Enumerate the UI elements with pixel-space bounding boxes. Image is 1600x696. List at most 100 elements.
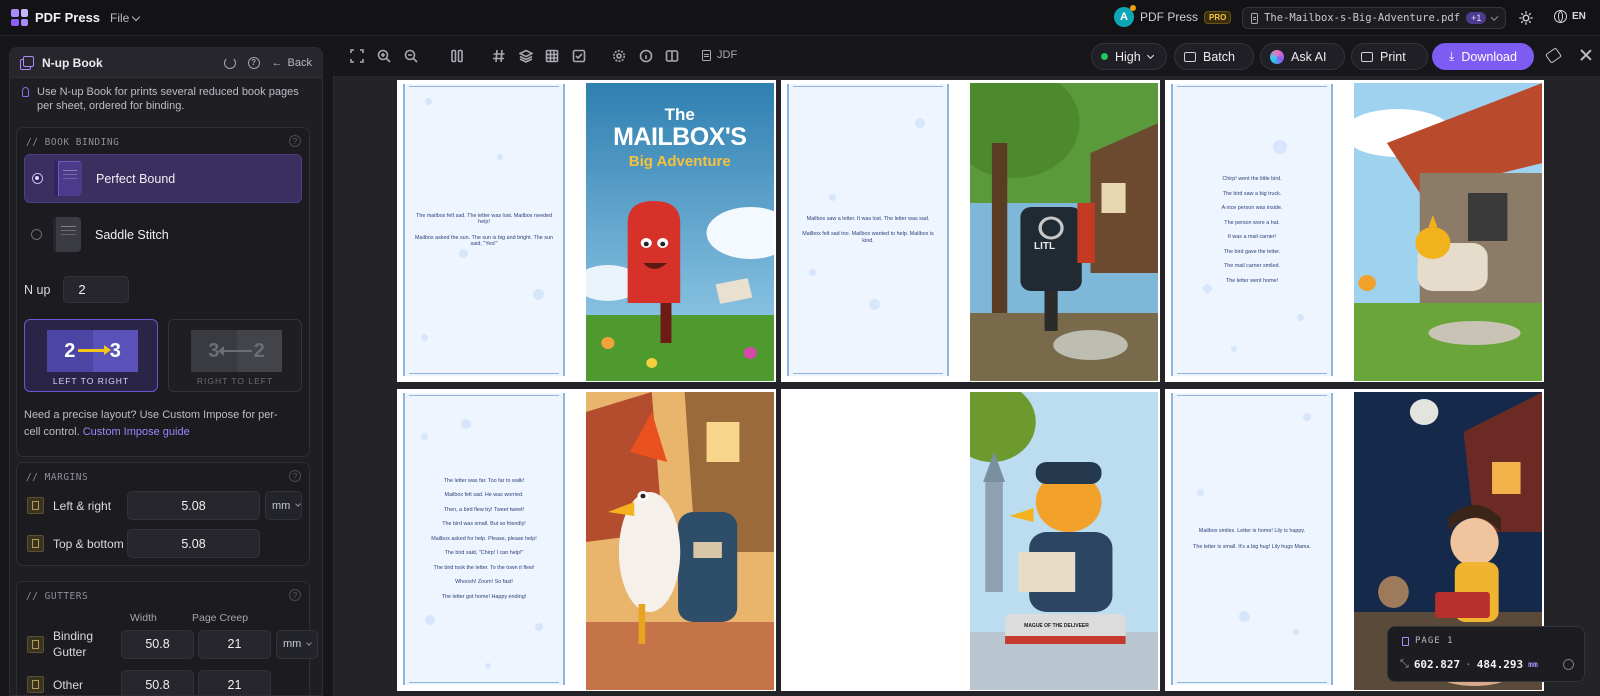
binding-label: Perfect Bound — [96, 171, 176, 186]
binding-gutter-width-input[interactable]: 50.8 — [121, 629, 194, 659]
text-page: Mailbox saw a letter. It was lost. The l… — [781, 80, 970, 382]
sheet-3[interactable]: Chirp! went the little bird. The bird sa… — [1165, 80, 1544, 382]
sheet-2[interactable]: Mailbox saw a letter. It was lost. The l… — [781, 80, 1160, 382]
nup-label: N up — [24, 282, 51, 297]
help-icon[interactable]: ? — [247, 56, 260, 69]
file-name: The-Mailbox-s-Big-Adventure.pdf — [1264, 12, 1461, 24]
perfect-bound-book-icon — [54, 161, 82, 196]
section-title: // GUTTERS — [26, 591, 89, 602]
margins-section: // MARGINS ? Left & right 5.08 mm Top & … — [16, 462, 310, 566]
unit-select[interactable]: mm — [265, 491, 302, 520]
app-logo-icon — [11, 9, 28, 26]
back-label: Back — [287, 56, 312, 69]
ask-ai-button[interactable]: Ask AI — [1260, 43, 1345, 70]
download-button[interactable]: ⤓ Download — [1432, 43, 1534, 70]
print-label: Print — [1380, 49, 1406, 64]
language-selector[interactable]: EN — [1554, 10, 1586, 23]
other-gutter-creep-input[interactable]: 21 — [198, 670, 271, 695]
illustration-duck-mail-carrier: MAGUE OF THE DELIVEER — [969, 392, 1158, 690]
story-text: Mailbox saw a letter. It was lost. The l… — [802, 215, 934, 244]
print-button[interactable]: Print — [1351, 43, 1428, 70]
text-page: The mailbox felt sad. The letter was los… — [397, 80, 586, 382]
batch-button[interactable]: Batch — [1174, 43, 1254, 70]
file-selector[interactable]: The-Mailbox-s-Big-Adventure.pdf +1 — [1242, 7, 1506, 29]
file-menu-label: File — [110, 11, 130, 25]
account-name: PDF Press — [1140, 10, 1199, 24]
field-label: Binding Gutter — [53, 629, 94, 659]
zoom-out-icon[interactable] — [404, 49, 418, 63]
ltr-illustration: 2 3 — [47, 330, 138, 372]
reset-icon[interactable] — [223, 56, 236, 69]
radio-unselected[interactable] — [31, 229, 42, 240]
document-icon — [702, 49, 711, 61]
close-icon[interactable] — [1580, 49, 1592, 61]
panel-header: N-up Book ? ← Back — [10, 48, 322, 78]
direction-left-to-right[interactable]: 2 3 LEFT TO RIGHT — [24, 319, 158, 392]
top-bar: PDF Press File A PDF Press PRO The-Mailb… — [0, 0, 1600, 36]
unit-select[interactable]: mm — [276, 629, 318, 659]
layers-icon[interactable] — [518, 49, 534, 63]
page-label: PAGE 1 — [1402, 636, 1454, 646]
columns-icon[interactable] — [450, 49, 464, 63]
page-numbers-icon[interactable] — [492, 49, 506, 63]
custom-impose-note: Need a precise layout? Use Custom Impose… — [24, 409, 278, 438]
avatar: A — [1114, 5, 1136, 27]
jdf-button[interactable]: JDF — [702, 49, 737, 61]
language-code: EN — [1572, 11, 1586, 22]
binding-gutter-creep-input[interactable]: 21 — [198, 629, 271, 659]
help-icon[interactable]: ? — [289, 470, 301, 482]
margin-top-bottom-input[interactable]: 5.08 — [127, 529, 260, 558]
app-name: PDF Press — [35, 10, 101, 25]
help-icon[interactable]: ? — [289, 589, 301, 601]
sheet-5[interactable]: MAGUE OF THE DELIVEER — [781, 389, 1160, 691]
custom-impose-guide-link[interactable]: Custom Impose guide — [83, 426, 190, 438]
spread-view-icon[interactable] — [665, 49, 679, 63]
binding-option-saddle-stitch[interactable]: Saddle Stitch — [24, 210, 302, 259]
story-text: The mailbox felt sad. The letter was los… — [415, 212, 553, 248]
story-text: Chirp! went the little bird. The bird sa… — [1221, 176, 1283, 284]
help-icon[interactable]: ? — [289, 135, 301, 147]
quality-select[interactable]: High — [1091, 43, 1167, 70]
nup-input[interactable]: 2 — [63, 276, 130, 303]
imposition-canvas[interactable]: The mailbox felt sad. The letter was los… — [333, 76, 1600, 696]
file-menu[interactable]: File — [110, 11, 141, 25]
margin-top-bottom-row: Top & bottom 5.08 — [27, 529, 260, 558]
story-text: The letter was far. Too far to walk! Mai… — [431, 477, 537, 600]
gutter-icon — [27, 635, 44, 653]
margin-left-right-input[interactable]: 5.08 — [127, 491, 260, 520]
arrow-right-icon — [78, 345, 111, 355]
grid-icon[interactable] — [545, 49, 559, 63]
usage-tip: Use N-up Book for prints several reduced… — [22, 85, 307, 113]
info-icon[interactable] — [639, 49, 653, 63]
zoom-in-icon[interactable] — [377, 49, 391, 63]
page-width: 602.827 — [1413, 657, 1461, 671]
sheet-1[interactable]: The mailbox felt sad. The letter was los… — [397, 80, 776, 382]
info-icon[interactable] — [1563, 659, 1574, 670]
checkbox-icon[interactable] — [572, 49, 586, 63]
chevron-down-icon — [306, 639, 313, 646]
page-height: 484.293 — [1476, 657, 1524, 671]
account-menu[interactable]: A PDF Press PRO — [1114, 5, 1232, 27]
batch-label: Batch — [1203, 49, 1235, 64]
fit-screen-icon[interactable] — [350, 49, 364, 63]
batch-icon — [1184, 51, 1196, 62]
sheet-4[interactable]: The letter was far. Too far to walk! Mai… — [397, 389, 776, 691]
document-icon — [1251, 12, 1259, 24]
gutter-icon — [27, 676, 44, 693]
direction-right-to-left[interactable]: 3 2 RIGHT TO LEFT — [168, 319, 302, 392]
theme-toggle-sun-icon[interactable] — [1519, 11, 1533, 25]
eraser-icon[interactable] — [1545, 47, 1562, 64]
radio-selected[interactable] — [32, 173, 43, 184]
jdf-label: JDF — [717, 49, 738, 61]
margin-vertical-icon — [27, 535, 44, 552]
story-text: Mailbox smiles. Letter is home! Lily is … — [1193, 528, 1311, 550]
page-dimensions: ⤡ 602.827 · 484.293 mm — [1400, 657, 1538, 671]
resize-icon: ⤡ — [1400, 657, 1409, 670]
binding-option-perfect-bound[interactable]: Perfect Bound — [24, 154, 302, 203]
lightbulb-icon — [22, 87, 29, 97]
binding-label: Saddle Stitch — [95, 227, 169, 242]
other-gutter-width-input[interactable]: 50.8 — [121, 670, 194, 695]
brand[interactable]: PDF Press — [11, 9, 100, 26]
settings-gear-icon[interactable] — [612, 49, 626, 63]
back-button[interactable]: ← Back — [272, 57, 312, 69]
